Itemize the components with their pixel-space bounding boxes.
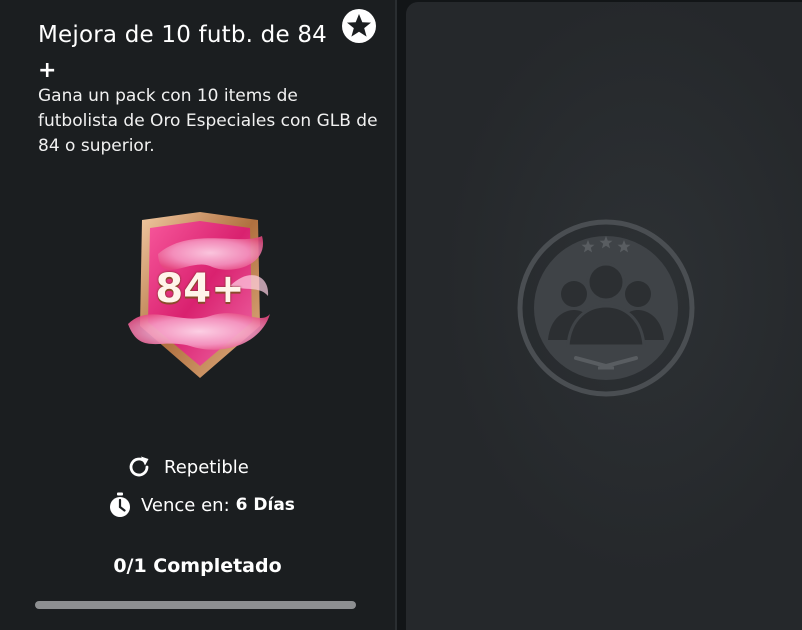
star-icon: [341, 8, 377, 44]
objective-title: Mejora de 10 futb. de 84: [38, 22, 327, 48]
refresh-icon: [126, 454, 152, 480]
repeatable-indicator: Repetible: [126, 453, 249, 481]
stopwatch-icon: [108, 492, 132, 518]
objective-panel: Mejora de 10 futb. de 84 + Gana un pack …: [0, 0, 395, 630]
reward-plus: +: [38, 58, 57, 83]
objective-description: Gana un pack con 10 items de futbolista …: [38, 86, 378, 156]
progress-bar: [35, 601, 356, 609]
locked-player-card[interactable]: [406, 2, 802, 630]
player-group-emblem-icon: [516, 218, 696, 398]
expires-value: 6 Días: [235, 495, 295, 515]
expiry-indicator: Vence en: 6 Días: [108, 491, 295, 519]
repeatable-label: Repetible: [164, 456, 249, 478]
expires-label: Vence en:: [141, 494, 230, 516]
panel-divider: [395, 0, 397, 630]
completion-status: 0/1 Completado: [113, 555, 282, 577]
pack-rating-label: 84+: [155, 266, 245, 312]
reward-pack: 84+: [120, 206, 280, 386]
